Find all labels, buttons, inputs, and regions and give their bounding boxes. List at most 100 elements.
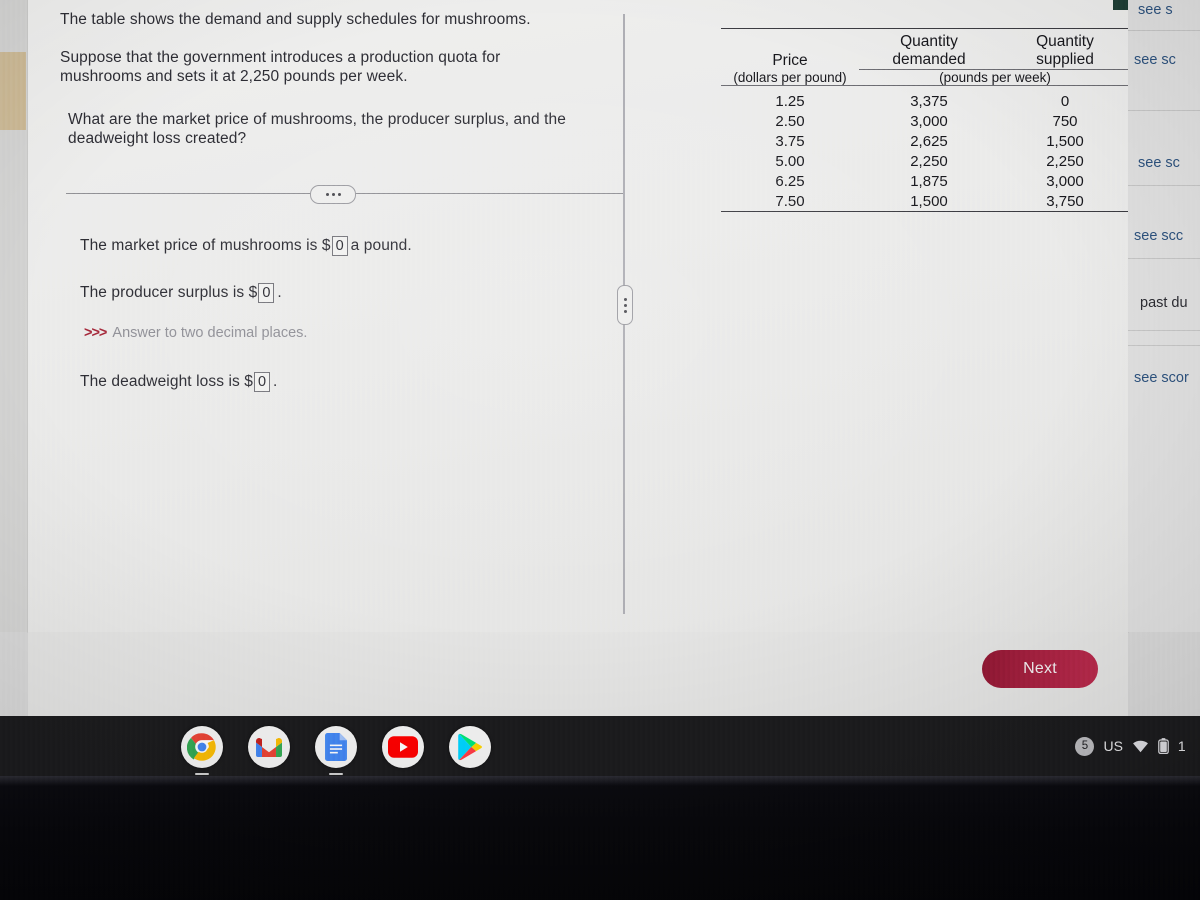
chromeos-shelf: 5 US 1 <box>0 716 1200 776</box>
producer-surplus-statement: The producer surplus is $ . <box>80 283 282 303</box>
question-card-surface: The table shows the demand and supply sc… <box>28 0 1131 632</box>
cell-supplied: 3,000 <box>1046 172 1084 190</box>
handle-dot-icon <box>623 303 627 307</box>
producer-surplus-input[interactable] <box>258 283 275 303</box>
system-tray[interactable]: 5 US 1 <box>1075 716 1186 776</box>
header-price: Price <box>772 51 808 69</box>
youtube-glyph <box>388 736 418 758</box>
cell-supplied: 1,500 <box>1046 132 1084 150</box>
play-store-glyph <box>458 733 482 761</box>
question-pane: The table shows the demand and supply sc… <box>28 0 624 632</box>
cell-demanded: 2,625 <box>910 132 948 150</box>
table-pane: Price Quantity demanded Quantity supplie… <box>628 0 1131 632</box>
cell-demanded: 3,000 <box>910 112 948 130</box>
table-row: 3.75 2,625 1,500 <box>721 131 1131 151</box>
side-panel-separator <box>1128 30 1200 31</box>
wifi-icon[interactable] <box>1132 740 1149 753</box>
assignment-side-panel: see s see sc see sc see scc past du see scor <box>1128 0 1200 632</box>
table-body: 1.25 3,375 0 2.50 3,000 750 3.75 2,625 1,500 5.00… <box>721 91 1131 212</box>
producer-surplus-label: The producer surplus is $ <box>80 284 258 301</box>
cell-demanded: 1,875 <box>910 172 948 190</box>
header-quantity-demanded: Quantity demanded <box>859 33 999 70</box>
notification-count-badge[interactable]: 5 <box>1075 736 1095 756</box>
cell-demanded: 3,375 <box>910 92 948 110</box>
side-panel-separator <box>1128 258 1200 259</box>
chrome-icon[interactable] <box>181 726 223 775</box>
gmail-glyph <box>256 738 282 757</box>
chrome-glyph <box>187 733 216 761</box>
deadweight-loss-suffix: . <box>273 373 278 390</box>
demand-supply-table: Price Quantity demanded Quantity supplie… <box>721 28 1131 215</box>
youtube-icon[interactable] <box>382 726 424 768</box>
table-foot <box>721 211 1131 215</box>
battery-icon[interactable] <box>1158 738 1169 754</box>
header-quantity-units: (pounds per week) <box>859 69 1131 86</box>
play-store-icon[interactable] <box>449 726 491 768</box>
ellipsis-dot-icon <box>325 193 329 196</box>
shelf-app-icons <box>181 726 491 775</box>
cell-price: 1.25 <box>775 92 805 110</box>
side-panel-see-score-link[interactable]: see sc <box>1128 52 1200 68</box>
market-price-suffix: a pound. <box>350 237 412 254</box>
header-qs-line1: Quantity <box>1036 33 1094 50</box>
table-header-units: (dollars per pound) (pounds per week) <box>721 69 1131 86</box>
hint-text: Answer to two decimal places. <box>112 325 308 341</box>
table-head: Price Quantity demanded Quantity supplie… <box>721 28 1131 91</box>
side-panel-see-score-link[interactable]: see scor <box>1128 370 1200 386</box>
cell-price: 5.00 <box>775 152 805 170</box>
expand-ellipsis-button[interactable] <box>310 185 356 204</box>
cell-supplied: 0 <box>1060 92 1070 110</box>
market-price-statement: The market price of mushrooms is $ a pou… <box>80 236 412 256</box>
side-panel-see-score-link[interactable]: see sc <box>1128 155 1200 171</box>
question-card: The table shows the demand and supply sc… <box>28 0 1131 632</box>
producer-surplus-suffix: . <box>277 284 282 301</box>
table-bottom-rule <box>721 211 1131 215</box>
side-panel-see-score-link[interactable]: see s <box>1128 2 1200 18</box>
google-docs-icon[interactable] <box>315 726 357 775</box>
left-accent-block <box>0 52 26 130</box>
table-row: 2.50 3,000 750 <box>721 111 1131 131</box>
question-scenario: Suppose that the government introduces a… <box>60 49 501 85</box>
header-qd-line1: Quantity <box>900 33 958 50</box>
header-quantity-supplied: Quantity supplied <box>999 33 1131 70</box>
side-panel-status: past du <box>1140 295 1188 311</box>
screen-content: The table shows the demand and supply sc… <box>0 0 1200 716</box>
deadweight-loss-statement: The deadweight loss is $ . <box>80 372 277 392</box>
handle-dot-icon <box>623 297 627 301</box>
rounding-hint: >>> Answer to two decimal places. <box>84 325 307 341</box>
table-row: 1.25 3,375 0 <box>721 91 1131 111</box>
pane-splitter-handle[interactable] <box>617 285 633 325</box>
side-panel-separator <box>1128 345 1200 346</box>
table-row: 7.50 1,500 3,750 <box>721 191 1131 212</box>
question-prompt: What are the market price of mushrooms, … <box>68 111 566 147</box>
chrome-running-indicator <box>195 772 209 775</box>
table-row: 6.25 1,875 3,000 <box>721 171 1131 191</box>
next-button[interactable]: Next <box>982 650 1098 688</box>
cell-price: 6.25 <box>775 172 805 190</box>
input-locale-label[interactable]: US <box>1103 738 1122 754</box>
docs-glyph <box>325 733 347 761</box>
market-price-input[interactable] <box>331 236 348 256</box>
side-panel-separator <box>1128 185 1200 186</box>
cell-supplied: 750 <box>1052 112 1078 130</box>
market-price-label: The market price of mushrooms is $ <box>80 237 331 254</box>
cell-demanded: 1,500 <box>910 192 948 210</box>
question-divider <box>66 185 624 204</box>
header-qd-line2: demanded <box>892 51 966 68</box>
cell-supplied: 2,250 <box>1046 152 1084 170</box>
photographed-screen: The table shows the demand and supply sc… <box>0 0 1200 900</box>
table-row: 5.00 2,250 2,250 <box>721 151 1131 171</box>
side-panel-separator <box>1128 330 1200 331</box>
cell-supplied: 3,750 <box>1046 192 1084 210</box>
cell-price: 7.50 <box>775 192 805 210</box>
deadweight-loss-input[interactable] <box>254 372 270 392</box>
cell-price: 3.75 <box>775 132 805 150</box>
card-footer: Next <box>28 632 1128 716</box>
side-panel-see-score-link[interactable]: see scc <box>1128 228 1200 244</box>
deadweight-loss-label: The deadweight loss is $ <box>80 373 253 390</box>
gmail-icon[interactable] <box>248 726 290 768</box>
cell-demanded: 2,250 <box>910 152 948 170</box>
side-panel-separator <box>1128 110 1200 111</box>
clock-label[interactable]: 1 <box>1178 738 1186 754</box>
monitor-bezel-glow <box>0 776 1200 786</box>
